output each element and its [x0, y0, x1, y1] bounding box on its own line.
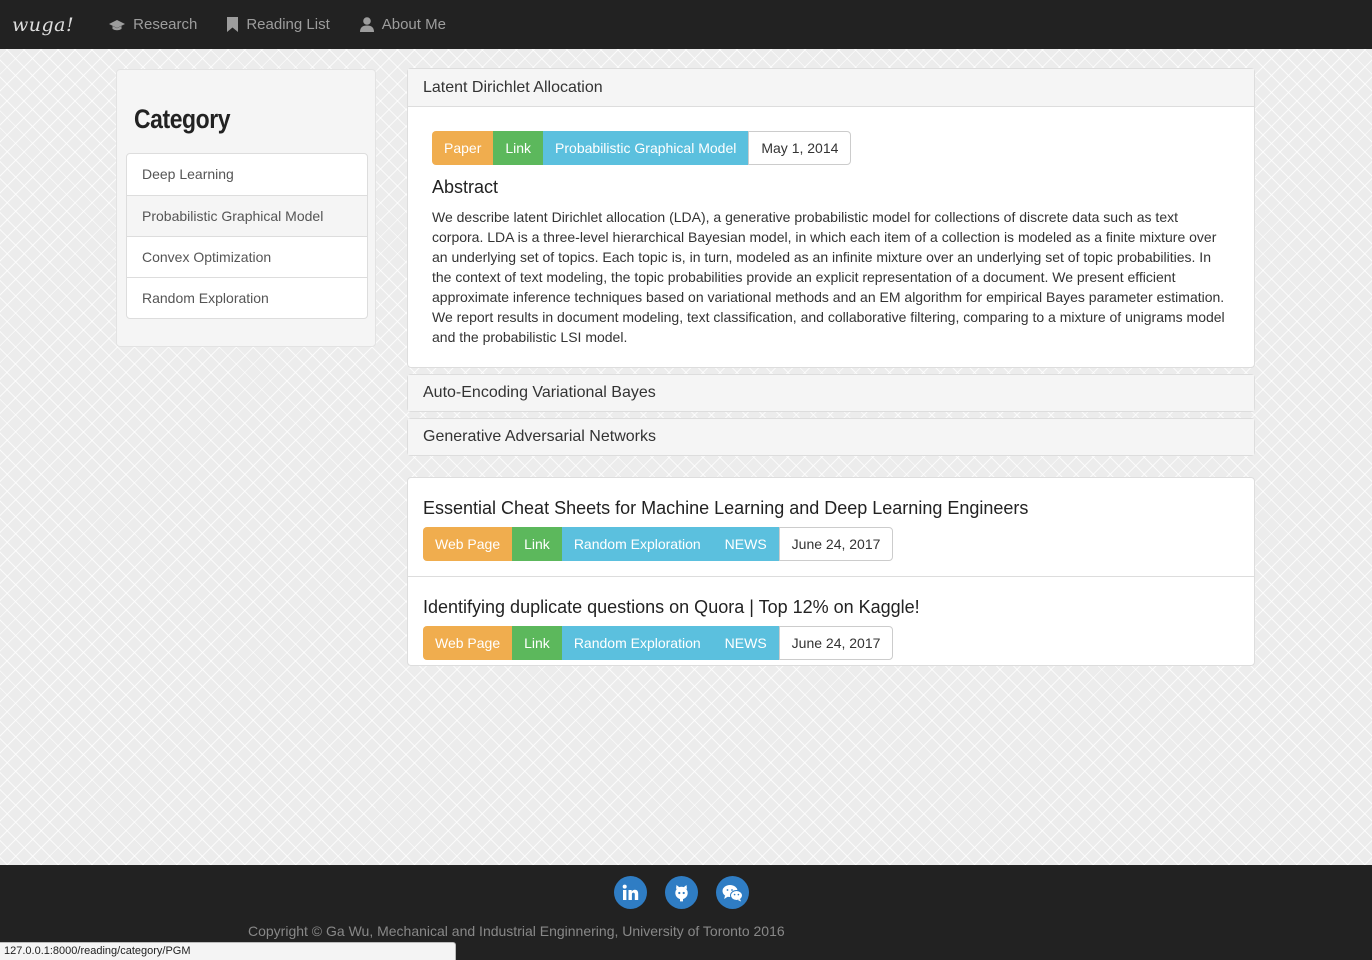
github-icon[interactable]	[665, 876, 698, 909]
reading-tag-group: Web Page Link Random Exploration NEWS Ju…	[423, 527, 1239, 561]
category-list: Deep Learning Probabilistic Graphical Mo…	[126, 153, 368, 319]
tag-date: June 24, 2017	[778, 527, 894, 561]
nav-research-label: Research	[133, 16, 198, 33]
reading-title[interactable]: Essential Cheat Sheets for Machine Learn…	[423, 498, 1239, 519]
paper-body: Paper Link Probabilistic Graphical Model…	[408, 107, 1254, 347]
tag-link[interactable]: Link	[512, 626, 562, 660]
bookmark-icon	[227, 17, 239, 32]
category-item-convex-optimization[interactable]: Convex Optimization	[127, 236, 367, 277]
tag-news[interactable]: NEWS	[712, 626, 779, 660]
user-icon	[359, 17, 374, 32]
category-item-probabilistic-graphical-model[interactable]: Probabilistic Graphical Model	[127, 195, 367, 236]
reading-item: Essential Cheat Sheets for Machine Learn…	[408, 478, 1254, 576]
paper-title[interactable]: Latent Dirichlet Allocation	[408, 69, 1254, 107]
tag-type[interactable]: Web Page	[423, 527, 513, 561]
reading-tag-group: Web Page Link Random Exploration NEWS Ju…	[423, 626, 1239, 660]
top-navbar: wuga! Research Reading List About Me	[0, 0, 1372, 49]
tag-category[interactable]: Random Exploration	[561, 626, 713, 660]
abstract-text: We describe latent Dirichlet allocation …	[432, 209, 1225, 345]
paper-panel-lda: Latent Dirichlet Allocation Paper Link P…	[407, 68, 1255, 368]
reading-item: Identifying duplicate questions on Quora…	[408, 576, 1254, 675]
wechat-icon[interactable]	[716, 876, 749, 909]
tag-type[interactable]: Web Page	[423, 626, 513, 660]
abstract-heading: Abstract	[432, 177, 499, 197]
category-item-deep-learning[interactable]: Deep Learning	[127, 154, 367, 195]
copyright-text: Copyright © Ga Wu, Mechanical and Indust…	[248, 923, 785, 939]
nav-reading-list-label: Reading List	[246, 16, 330, 33]
nav-item-research[interactable]: Research	[109, 0, 197, 49]
tag-category[interactable]: Random Exploration	[561, 527, 713, 561]
reading-list-panel: Essential Cheat Sheets for Machine Learn…	[407, 477, 1255, 666]
tag-link[interactable]: Link	[512, 527, 562, 561]
tag-news[interactable]: NEWS	[712, 527, 779, 561]
social-links	[614, 876, 767, 909]
tag-type[interactable]: Paper	[432, 131, 494, 165]
graduation-cap-icon	[109, 18, 126, 32]
paper-tag-group: Paper Link Probabilistic Graphical Model…	[432, 131, 1230, 165]
brand-logo[interactable]: wuga!	[12, 14, 74, 36]
nav-about-me-label: About Me	[381, 16, 446, 33]
sidebar-title: Category	[134, 104, 231, 134]
nav-item-reading-list[interactable]: Reading List	[227, 0, 330, 49]
paper-panel-gan: Generative Adversarial Networks	[407, 418, 1255, 456]
tag-link[interactable]: Link	[493, 131, 544, 165]
paper-panel-vae: Auto-Encoding Variational Bayes	[407, 374, 1255, 412]
category-item-random-exploration[interactable]: Random Exploration	[127, 277, 367, 318]
tag-date: June 24, 2017	[778, 626, 894, 660]
reading-title[interactable]: Identifying duplicate questions on Quora…	[423, 597, 1239, 618]
nav-item-about-me[interactable]: About Me	[359, 0, 446, 49]
paper-title[interactable]: Auto-Encoding Variational Bayes	[408, 375, 1254, 411]
linkedin-icon[interactable]	[614, 876, 647, 909]
tag-date: May 1, 2014	[748, 131, 852, 165]
tag-category[interactable]: Probabilistic Graphical Model	[543, 131, 749, 165]
category-sidebar: Category Deep Learning Probabilistic Gra…	[116, 69, 376, 347]
browser-status-bar: 127.0.0.1:8000/reading/category/PGM	[0, 942, 456, 960]
paper-title[interactable]: Generative Adversarial Networks	[408, 419, 1254, 455]
